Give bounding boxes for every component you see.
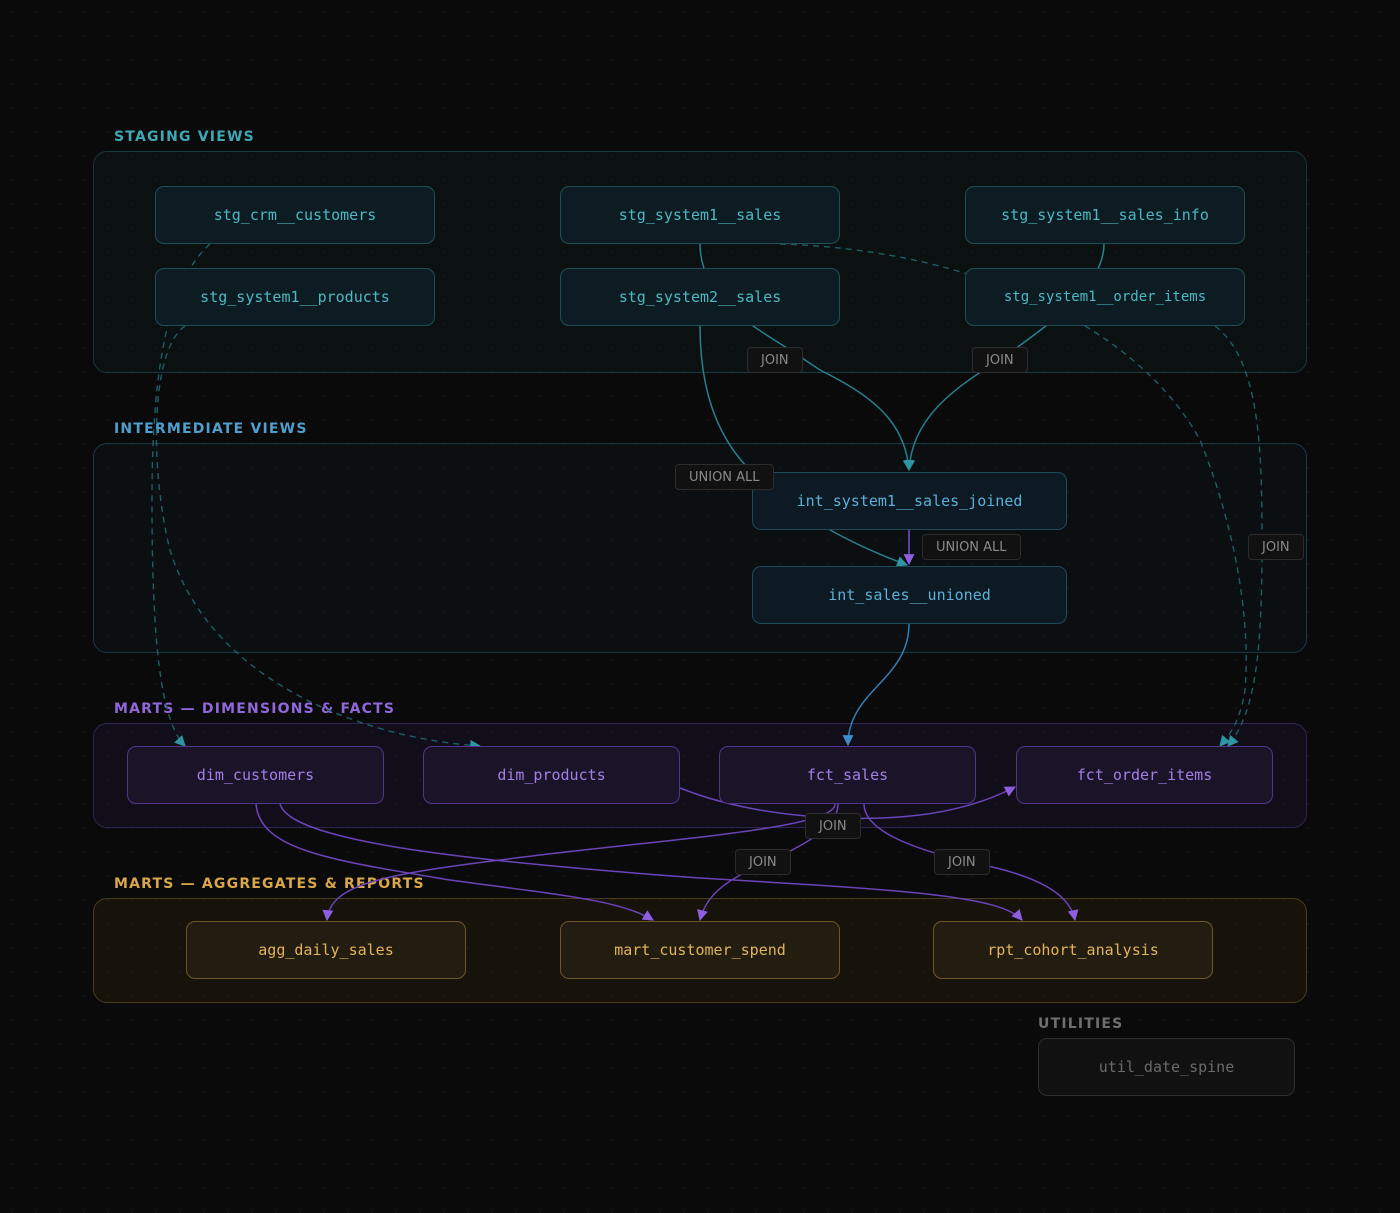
- node-rpt-cohort-analysis[interactable]: rpt_cohort_analysis: [933, 921, 1213, 979]
- node-dim-products[interactable]: dim_products: [423, 746, 680, 804]
- edge-label-join-order-items: JOIN: [1248, 534, 1304, 560]
- node-mart-customer-spend[interactable]: mart_customer_spend: [560, 921, 840, 979]
- intermediate-views-label: INTERMEDIATE VIEWS: [114, 421, 308, 437]
- edge-label-join-fct-order-items: JOIN: [805, 813, 861, 839]
- node-int-system1-sales-joined[interactable]: int_system1__sales_joined: [752, 472, 1067, 530]
- node-util-date-spine[interactable]: util_date_spine: [1038, 1038, 1295, 1096]
- node-stg-system1-sales[interactable]: stg_system1__sales: [560, 186, 840, 244]
- staging-views-label: STAGING VIEWS: [114, 129, 255, 145]
- utilities-label: UTILITIES: [1038, 1016, 1124, 1032]
- edge-label-join-fct-rpt: JOIN: [934, 849, 990, 875]
- node-stg-system1-sales-info[interactable]: stg_system1__sales_info: [965, 186, 1245, 244]
- edge-label-union-all-int: UNION ALL: [922, 534, 1021, 560]
- node-stg-crm-customers[interactable]: stg_crm__customers: [155, 186, 435, 244]
- marts-aggregates-reports-label: MARTS — AGGREGATES & REPORTS: [114, 876, 425, 892]
- node-int-sales-unioned[interactable]: int_sales__unioned: [752, 566, 1067, 624]
- edge-label-join-fct-mart: JOIN: [735, 849, 791, 875]
- node-stg-system2-sales[interactable]: stg_system2__sales: [560, 268, 840, 326]
- marts-dimensions-facts-label: MARTS — DIMENSIONS & FACTS: [114, 701, 396, 717]
- staging-views-group: [93, 151, 1307, 373]
- node-stg-system1-order-items[interactable]: stg_system1__order_items: [965, 268, 1245, 326]
- node-dim-customers[interactable]: dim_customers: [127, 746, 384, 804]
- edge-label-join-stg-sales-info: JOIN: [972, 347, 1028, 373]
- node-agg-daily-sales[interactable]: agg_daily_sales: [186, 921, 466, 979]
- node-fct-order-items[interactable]: fct_order_items: [1016, 746, 1273, 804]
- node-fct-sales[interactable]: fct_sales: [719, 746, 976, 804]
- edge-label-join-stg-sales: JOIN: [747, 347, 803, 373]
- node-stg-system1-products[interactable]: stg_system1__products: [155, 268, 435, 326]
- edge-label-union-all-stg2: UNION ALL: [675, 464, 774, 490]
